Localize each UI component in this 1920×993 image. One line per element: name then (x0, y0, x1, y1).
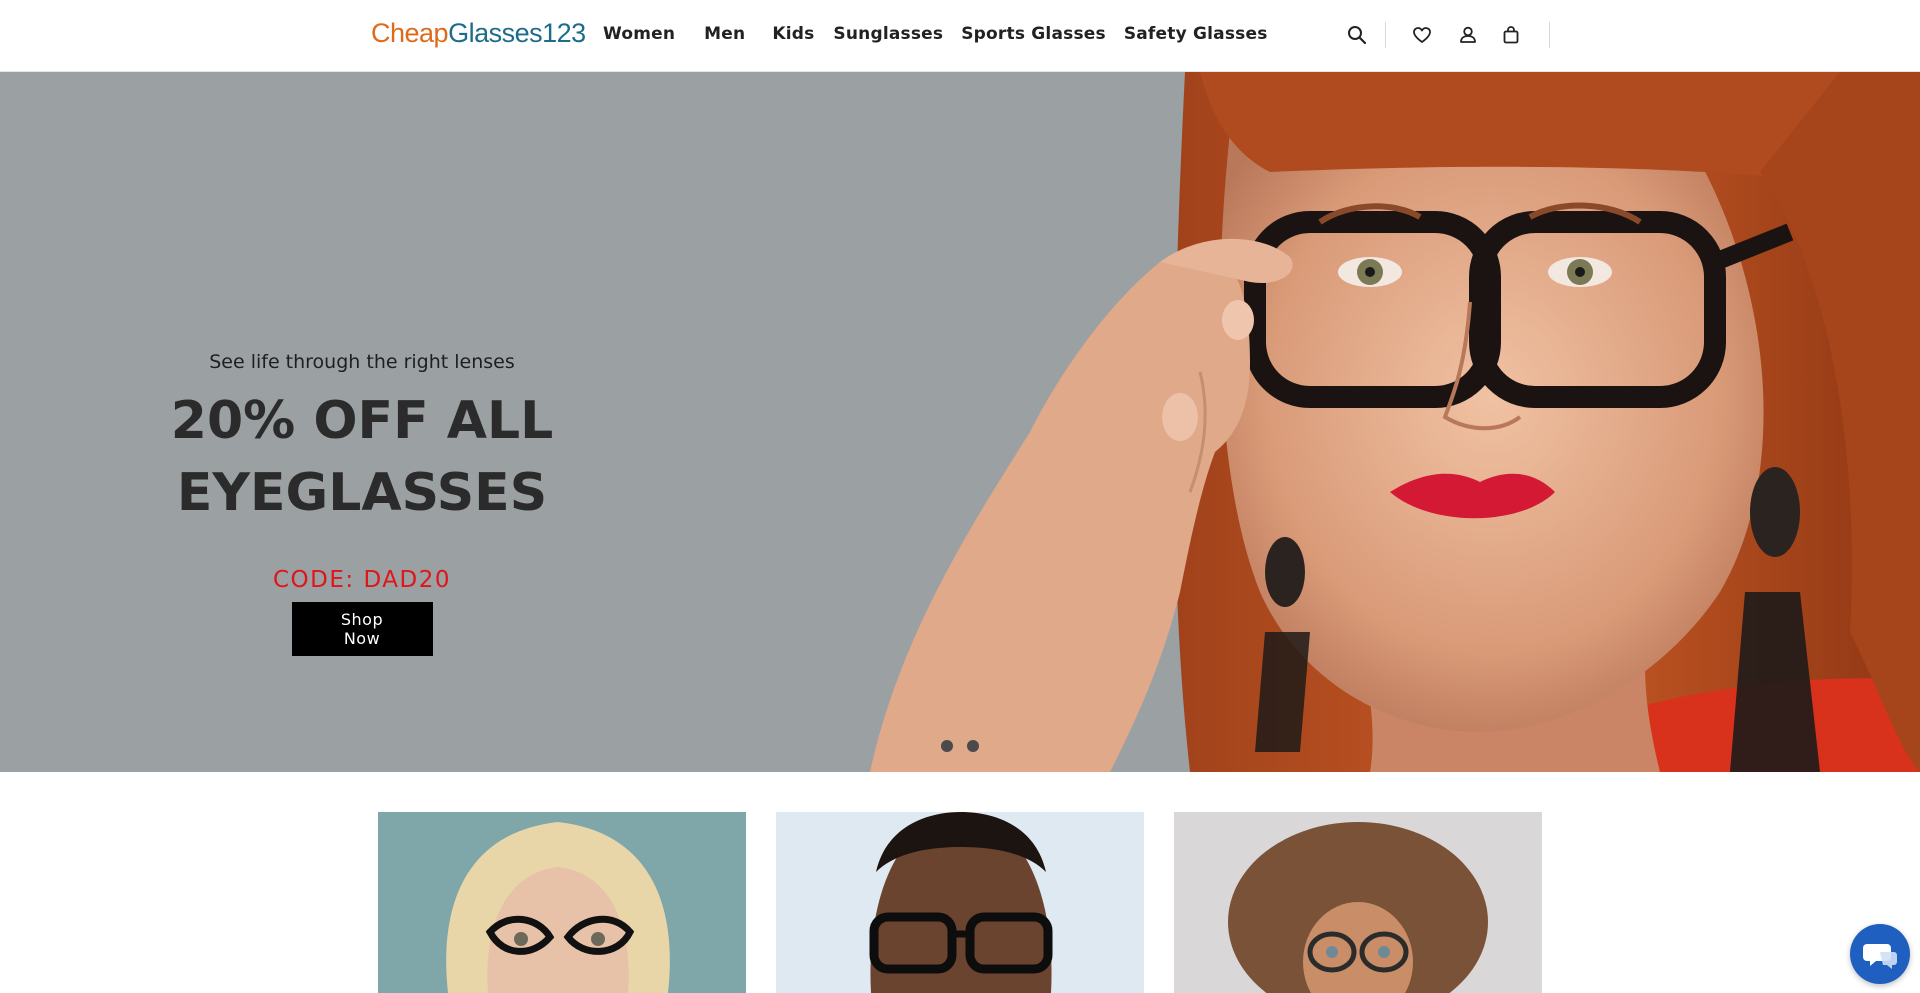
men-category-card[interactable] (776, 812, 1144, 993)
hero-headline: 20% OFF ALL EYEGLASSES (162, 385, 562, 529)
nav-item-sports-glasses[interactable]: Sports Glasses (961, 24, 1106, 44)
women-category-card[interactable] (378, 812, 746, 993)
header-divider (1385, 22, 1386, 48)
shop-now-button[interactable]: Shop Now (291, 602, 433, 656)
site-header: CheapGlasses123 Women Men Kids Sunglasse… (0, 0, 1920, 72)
hero-banner: See life through the right lenses 20% OF… (0, 72, 1920, 772)
heart-icon[interactable] (1411, 24, 1433, 46)
hero-headline-line2: EYEGLASSES (176, 463, 548, 523)
promo-code: CODE: DAD20 (273, 567, 451, 593)
slider-dot-2[interactable] (967, 740, 979, 752)
site-logo[interactable]: CheapGlasses123 (371, 18, 586, 49)
main-nav: Women Men Kids Sunglasses Sports Glasses… (603, 24, 1268, 44)
bag-icon[interactable] (1500, 24, 1522, 46)
chat-icon (1863, 944, 1897, 969)
men-category-image (776, 812, 1144, 993)
slider-dot-1[interactable] (941, 740, 953, 752)
search-icon[interactable] (1346, 24, 1368, 46)
nav-item-women[interactable]: Women (603, 24, 675, 44)
hero-headline-line1: 20% OFF ALL (170, 391, 554, 451)
header-actions (1340, 20, 1550, 50)
hero-tagline: See life through the right lenses (209, 351, 515, 373)
nav-item-safety-glasses[interactable]: Safety Glasses (1124, 24, 1268, 44)
kids-category-card[interactable] (1174, 812, 1542, 993)
nav-item-sunglasses[interactable]: Sunglasses (833, 24, 943, 44)
kids-category-image (1174, 812, 1542, 993)
header-divider (1549, 22, 1550, 48)
hero-text-block: See life through the right lenses 20% OF… (162, 280, 562, 656)
user-icon[interactable] (1457, 24, 1479, 46)
nav-item-kids[interactable]: Kids (772, 24, 814, 44)
live-chat-button[interactable] (1850, 924, 1910, 984)
women-category-image (378, 812, 746, 993)
nav-item-men[interactable]: Men (704, 24, 745, 44)
category-grid (0, 812, 1920, 993)
